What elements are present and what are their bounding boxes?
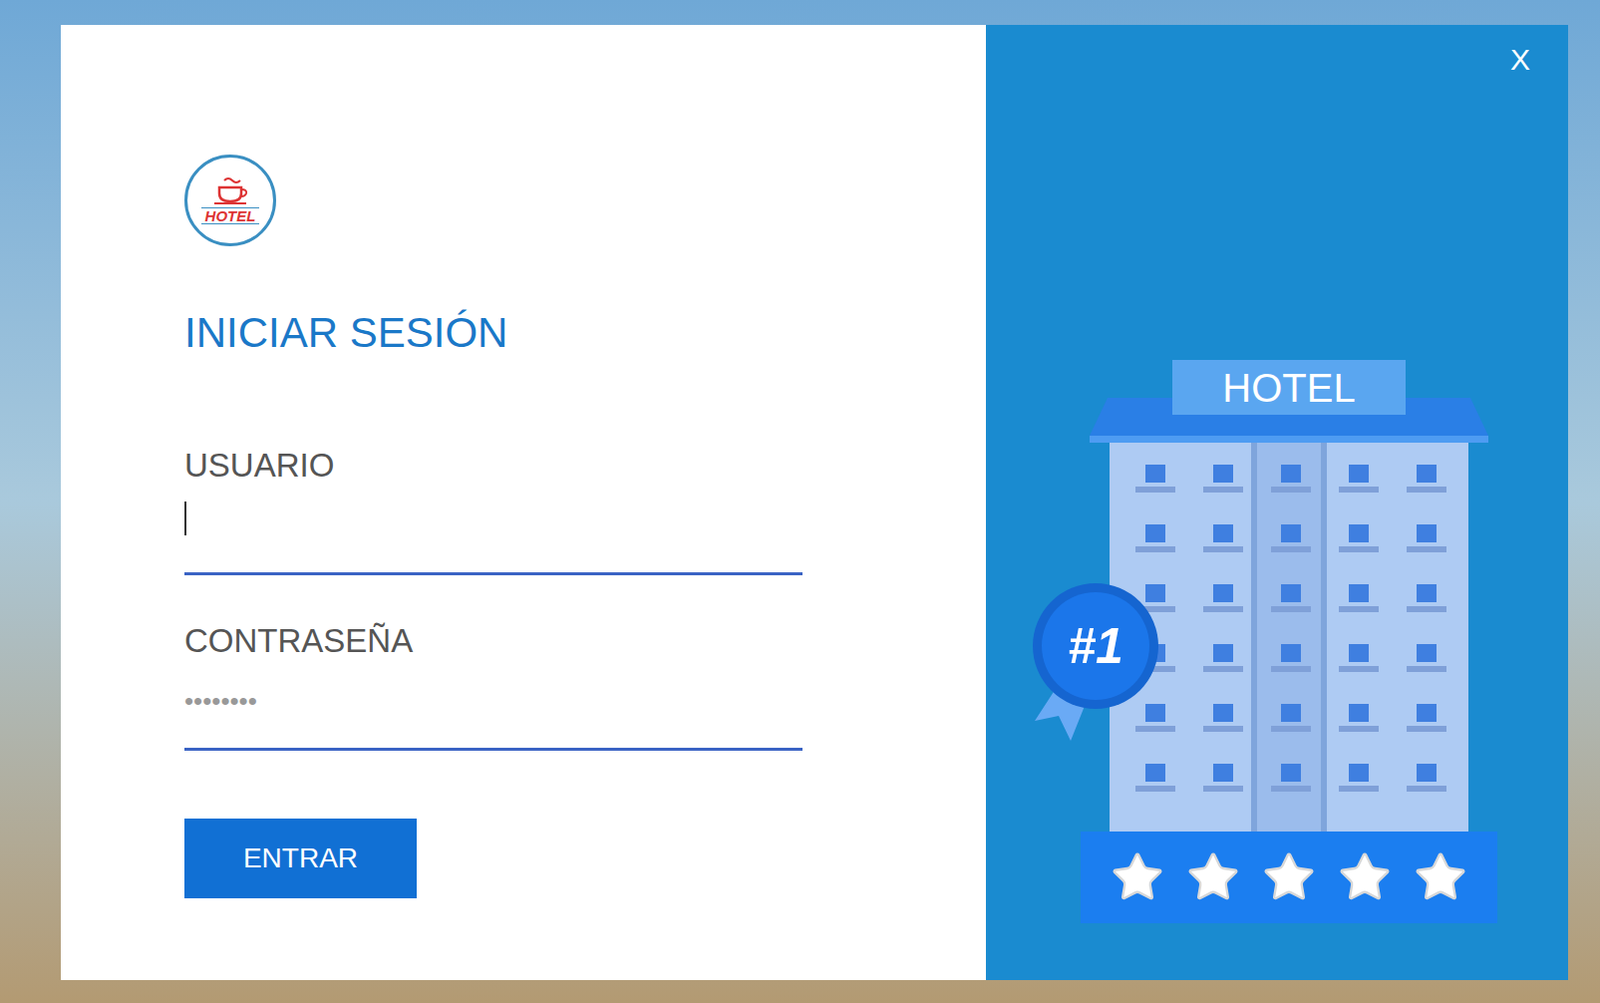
field-input-wrap <box>184 485 803 576</box>
login-panel: HOTEL INICIAR SESIÓN USUARIO CONTRASEÑA ENTR… <box>60 24 986 980</box>
star-icon <box>1261 849 1317 906</box>
illustration-panel: X HOTEL #1 <box>985 24 1569 980</box>
cup-icon <box>210 176 251 207</box>
field-input[interactable] <box>184 677 803 731</box>
badge-text: #1 <box>1030 581 1161 711</box>
enter-button[interactable]: ENTRAR <box>184 818 417 899</box>
page: HOTEL INICIAR SESIÓN USUARIO CONTRASEÑA ENTR… <box>0 0 1600 1003</box>
field-input-wrap <box>184 660 803 751</box>
field-label: USUARIO <box>184 445 986 486</box>
hotel-sign: HOTEL <box>1172 359 1406 415</box>
close-row: X <box>985 24 1569 125</box>
logo-text: HOTEL <box>201 207 261 225</box>
stars-bar <box>1080 831 1498 924</box>
illustration-area: HOTEL #1 <box>985 359 1569 924</box>
hotel-logo: HOTEL <box>184 154 277 247</box>
star-icon <box>1412 849 1469 906</box>
close-button[interactable]: X <box>1504 38 1537 81</box>
login-dialog: HOTEL INICIAR SESIÓN USUARIO CONTRASEÑA ENTR… <box>60 24 1569 980</box>
rank-badge: #1 <box>1030 581 1161 741</box>
building-icon <box>1109 442 1469 832</box>
login-title: INICIAR SESIÓN <box>184 308 986 358</box>
form-field: USUARIO <box>184 445 986 576</box>
field-input[interactable] <box>184 502 803 556</box>
hotel-illustration: HOTEL#1 <box>1080 359 1498 924</box>
star-icon <box>1109 849 1166 906</box>
login-form: USUARIO CONTRASEÑA <box>184 445 986 751</box>
star-icon <box>1336 849 1393 906</box>
field-label: CONTRASEÑA <box>184 621 986 661</box>
text-caret <box>184 501 187 536</box>
star-icon <box>1185 849 1242 906</box>
form-field: CONTRASEÑA <box>184 621 986 751</box>
